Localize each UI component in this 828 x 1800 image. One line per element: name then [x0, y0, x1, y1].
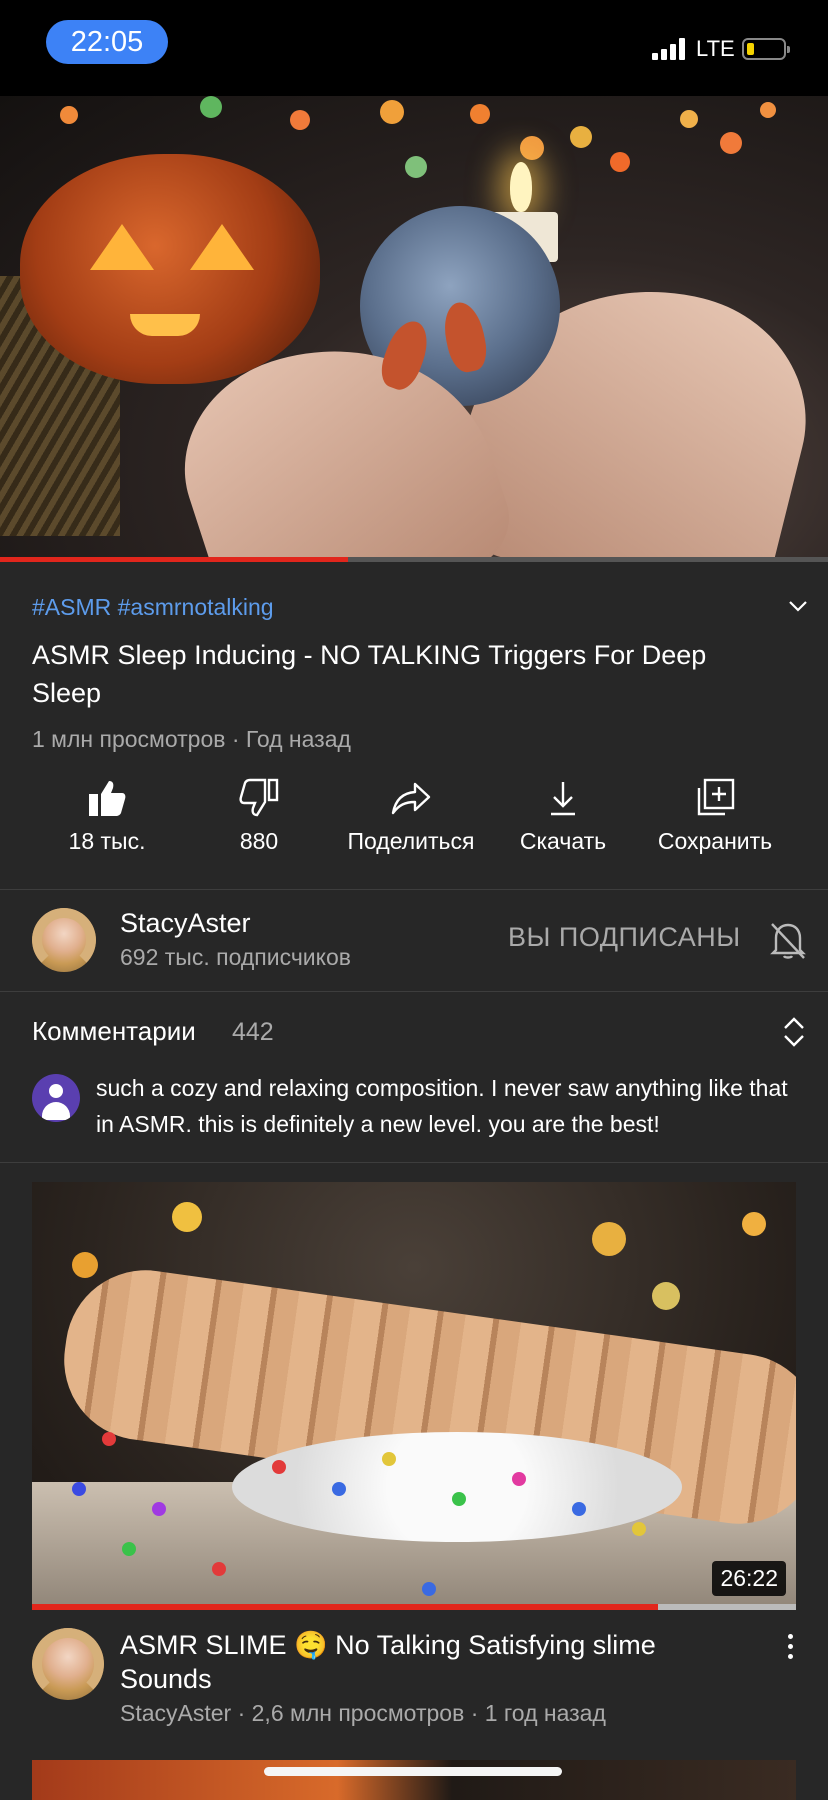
top-comment[interactable]: such a cozy and relaxing composition. I … — [96, 1070, 796, 1142]
share-arrow-icon — [391, 782, 431, 815]
thumbs-down-icon — [239, 778, 279, 817]
download-icon — [551, 782, 575, 816]
save-button[interactable]: Сохранить — [640, 778, 790, 855]
dislike-button[interactable]: 880 — [184, 778, 334, 855]
player-progress-bar[interactable] — [0, 557, 828, 562]
status-time[interactable]: 22:05 — [46, 20, 168, 64]
divider — [0, 889, 828, 890]
video-duration: 26:22 — [712, 1561, 786, 1596]
candle-flame — [510, 162, 532, 212]
next-video-meta: StacyAster · 2,6 млн просмотров · 1 год … — [120, 1700, 606, 1726]
share-button[interactable]: Поделиться — [336, 778, 486, 855]
download-button[interactable]: Скачать — [488, 778, 638, 855]
watched-progress — [32, 1604, 796, 1610]
following-video-thumbnail[interactable] — [32, 1760, 796, 1800]
video-title: ASMR Sleep Inducing - NO TALKING Trigger… — [32, 640, 707, 708]
dislike-count: 880 — [239, 828, 279, 854]
commenter-avatar[interactable] — [32, 1074, 80, 1122]
comments-count: 442 — [232, 1018, 274, 1046]
channel-name[interactable]: StacyAster — [120, 908, 251, 939]
subscribed-button[interactable]: ВЫ ПОДПИСАНЫ — [508, 922, 741, 953]
video-meta: 1 млн просмотров · Год назад — [32, 726, 351, 752]
status-bar: 22:05 LTE — [0, 0, 828, 96]
video-hashtags[interactable]: #ASMR #asmrnotalking — [32, 594, 274, 621]
divider — [0, 991, 828, 992]
battery-icon — [742, 38, 790, 60]
network-type: LTE — [696, 36, 735, 61]
share-label: Поделиться — [347, 828, 475, 854]
video-player[interactable] — [0, 96, 828, 560]
sort-icon[interactable] — [782, 1016, 806, 1048]
bell-off-icon[interactable] — [770, 920, 806, 960]
pumpkin — [20, 154, 320, 384]
subscriber-count: 692 тыс. подписчиков — [120, 944, 351, 970]
add-to-playlist-icon — [697, 778, 735, 816]
save-label: Сохранить — [657, 828, 773, 854]
next-video-channel-avatar[interactable] — [32, 1628, 104, 1700]
action-bar: 18 тыс. 880 Поделиться Скачать Сохранить — [0, 778, 828, 888]
chevron-down-icon[interactable] — [786, 594, 810, 618]
slime-beads — [232, 1432, 682, 1542]
comments-header[interactable]: Комментарии — [32, 1016, 196, 1047]
thumbs-up-icon — [89, 781, 126, 816]
like-button[interactable]: 18 тыс. — [32, 778, 182, 855]
more-vert-icon[interactable] — [788, 1634, 793, 1664]
divider — [0, 1162, 828, 1163]
home-indicator[interactable] — [264, 1767, 562, 1776]
next-video-title[interactable]: ASMR SLIME 🤤 No Talking Satisfying slime… — [120, 1628, 740, 1696]
like-count: 18 тыс. — [68, 828, 146, 854]
next-video-thumbnail[interactable]: 26:22 — [32, 1182, 796, 1608]
channel-avatar[interactable] — [32, 908, 96, 972]
signal-icon — [652, 38, 688, 60]
download-label: Скачать — [519, 828, 607, 854]
